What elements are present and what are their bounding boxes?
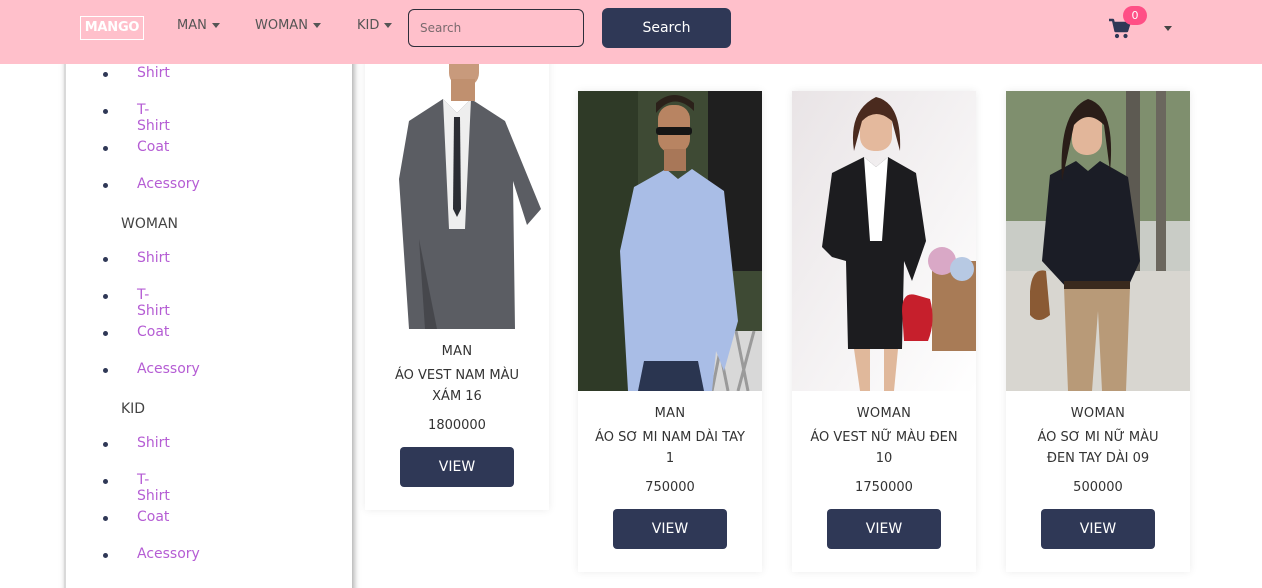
category-link[interactable]: Coat bbox=[137, 324, 169, 340]
nav-menu-woman[interactable]: WOMAN bbox=[255, 18, 321, 33]
account-dropdown-icon[interactable] bbox=[1164, 26, 1172, 31]
product-image[interactable] bbox=[792, 91, 976, 391]
category-sidebar: Shirt T-Shirt Coat Acessory WOMAN Shirt … bbox=[64, 40, 352, 588]
product-info: WOMAN ÁO VEST NỮ MÀU ĐEN 10 1750000 VIEW bbox=[792, 391, 976, 549]
product-card: WOMAN ÁO SƠ MI NỮ MÀU ĐEN TAY DÀI 09 500… bbox=[1006, 91, 1190, 572]
category-link[interactable]: T-Shirt bbox=[137, 472, 170, 504]
product-category: MAN bbox=[654, 406, 686, 421]
product-card: MAN ÁO SƠ MI NAM DÀI TAY 1 750000 VIEW bbox=[578, 91, 762, 572]
product-card: WOMAN ÁO VEST NỮ MÀU ĐEN 10 1750000 VIEW bbox=[792, 91, 976, 572]
chevron-down-icon bbox=[211, 23, 220, 28]
chevron-down-icon bbox=[312, 23, 321, 28]
product-name: ÁO SƠ MI NAM DÀI TAY 1 bbox=[595, 430, 745, 466]
cart-count-badge: 0 bbox=[1123, 6, 1147, 25]
category-link[interactable]: Acessory bbox=[137, 361, 200, 377]
nav-menu-woman-label: WOMAN bbox=[255, 18, 308, 33]
chevron-down-icon bbox=[384, 23, 393, 28]
view-product-button[interactable]: VIEW bbox=[1041, 509, 1155, 549]
category-heading-kid: KID bbox=[121, 401, 146, 417]
category-link[interactable]: Coat bbox=[137, 139, 169, 155]
nav-menu-man[interactable]: MAN bbox=[177, 18, 220, 33]
product-info: MAN ÁO VEST NAM MÀU XÁM 16 1800000 VIEW bbox=[365, 329, 549, 487]
product-image[interactable] bbox=[365, 29, 549, 329]
product-name: ÁO VEST NAM MÀU XÁM 16 bbox=[394, 368, 520, 404]
product-image[interactable] bbox=[1006, 91, 1190, 391]
brand-logo[interactable]: MANGO bbox=[80, 16, 144, 40]
product-info: MAN ÁO SƠ MI NAM DÀI TAY 1 750000 VIEW bbox=[578, 391, 762, 549]
product-category: WOMAN bbox=[1070, 406, 1126, 421]
category-link[interactable]: Shirt bbox=[137, 435, 170, 451]
product-price: 500000 bbox=[1073, 480, 1123, 495]
search-button[interactable]: Search bbox=[602, 8, 731, 48]
view-product-button[interactable]: VIEW bbox=[613, 509, 727, 549]
category-link[interactable]: Acessory bbox=[137, 546, 200, 562]
nav-menu-man-label: MAN bbox=[177, 18, 207, 33]
category-heading-woman: WOMAN bbox=[121, 216, 178, 232]
view-product-button[interactable]: VIEW bbox=[827, 509, 941, 549]
product-name: ÁO SƠ MI NỮ MÀU ĐEN TAY DÀI 09 bbox=[1037, 430, 1159, 466]
product-category: WOMAN bbox=[856, 406, 912, 421]
nav-menu-kid-label: KID bbox=[357, 18, 380, 33]
category-link[interactable]: Acessory bbox=[137, 176, 200, 192]
product-price: 750000 bbox=[645, 480, 695, 495]
category-link[interactable]: Shirt bbox=[137, 65, 170, 81]
product-card: MAN ÁO VEST NAM MÀU XÁM 16 1800000 VIEW bbox=[365, 29, 549, 510]
top-navbar: MANGO MAN WOMAN KID Search 0 bbox=[0, 0, 1262, 64]
view-product-button[interactable]: VIEW bbox=[400, 447, 514, 487]
product-price: 1750000 bbox=[855, 480, 913, 495]
category-link[interactable]: T-Shirt bbox=[137, 102, 170, 134]
product-category: MAN bbox=[441, 344, 473, 359]
product-image[interactable] bbox=[578, 91, 762, 391]
nav-menu-kid[interactable]: KID bbox=[357, 18, 393, 33]
product-info: WOMAN ÁO SƠ MI NỮ MÀU ĐEN TAY DÀI 09 500… bbox=[1006, 391, 1190, 549]
category-link[interactable]: Shirt bbox=[137, 250, 170, 266]
search-input[interactable] bbox=[408, 9, 584, 47]
product-name: ÁO VEST NỮ MÀU ĐEN 10 bbox=[810, 430, 958, 466]
category-link[interactable]: Coat bbox=[137, 509, 169, 525]
product-price: 1800000 bbox=[428, 418, 486, 433]
category-link[interactable]: T-Shirt bbox=[137, 287, 170, 319]
